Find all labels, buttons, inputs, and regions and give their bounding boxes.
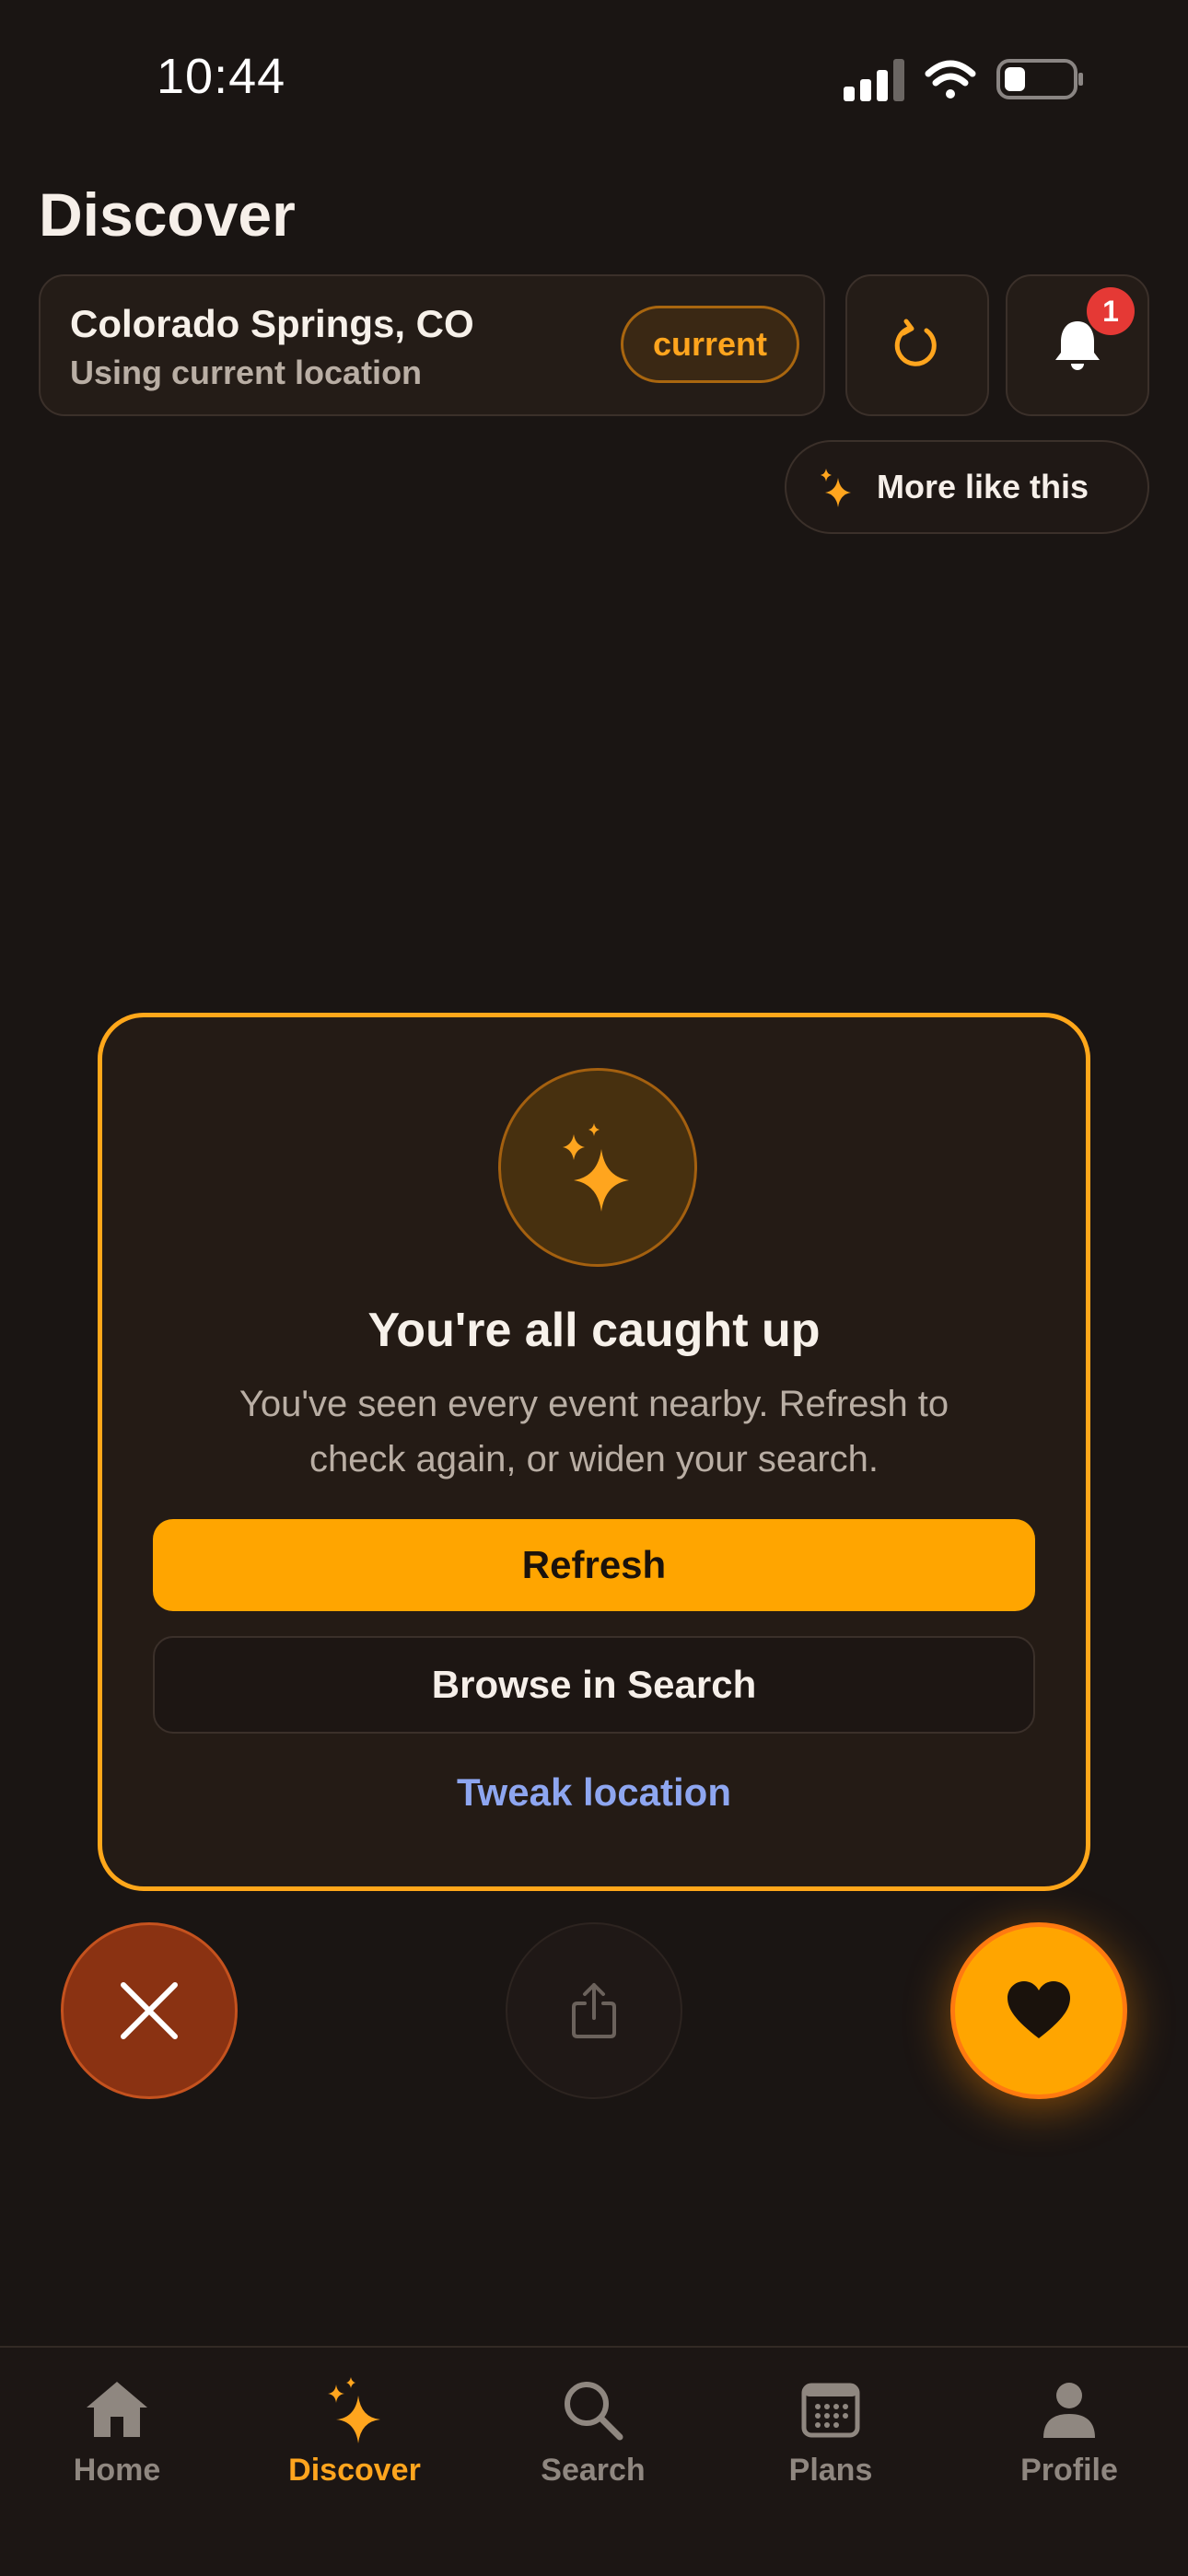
share-button[interactable] (506, 1922, 682, 2099)
cellular-signal-icon (844, 59, 904, 101)
empty-state-description: You've seen every event nearby. Refresh … (239, 1384, 949, 1479)
tab-search[interactable]: Search (492, 2373, 694, 2512)
status-icons (840, 55, 1087, 103)
tab-bar: Home Discover Search Plans Profile (0, 2346, 1188, 2576)
sparkles-icon (563, 1123, 629, 1212)
more-like-this-button[interactable]: More like this (785, 440, 1149, 534)
notifications-button[interactable]: 1 (1006, 274, 1149, 416)
tab-profile-label: Profile (1020, 2453, 1118, 2488)
sparkles-badge (498, 1068, 697, 1267)
wifi-icon (925, 60, 976, 99)
location-card[interactable]: Colorado Springs, CO Using current locat… (39, 274, 825, 416)
empty-state-title: You're all caught up (367, 1304, 821, 1357)
browse-in-search-button[interactable]: Browse in Search (153, 1636, 1035, 1734)
current-location-badge: current (621, 306, 799, 383)
status-time: 10:44 (157, 49, 286, 104)
dismiss-button[interactable] (61, 1922, 238, 2099)
battery-icon (996, 59, 1083, 99)
sparkles-icon (821, 469, 851, 507)
tab-profile[interactable]: Profile (968, 2373, 1171, 2512)
close-icon (121, 1982, 178, 2039)
tab-plans[interactable]: Plans (729, 2373, 932, 2512)
location-name: Colorado Springs, CO (70, 302, 474, 345)
tweak-location-link[interactable]: Tweak location (102, 1770, 1086, 1815)
like-button[interactable] (950, 1922, 1127, 2099)
calendar-icon (801, 2383, 860, 2438)
person-icon (1043, 2383, 1095, 2438)
tab-discover[interactable]: Discover (253, 2373, 456, 2512)
tab-plans-label: Plans (788, 2453, 873, 2488)
search-icon (565, 2382, 623, 2441)
tab-home-label: Home (73, 2453, 161, 2488)
more-like-this-label: More like this (877, 468, 1089, 505)
location-subtitle: Using current location (70, 354, 423, 391)
refresh-location-button[interactable] (845, 274, 989, 416)
share-icon (572, 1983, 616, 2038)
notification-badge: 1 (1087, 287, 1135, 335)
sparkles-icon (328, 2377, 380, 2443)
home-icon (87, 2382, 147, 2437)
refresh-button[interactable]: Refresh (153, 1519, 1035, 1611)
caught-up-card: You're all caught up You've seen every e… (98, 1013, 1090, 1891)
refresh-icon (894, 319, 937, 366)
tab-search-label: Search (541, 2453, 646, 2488)
heart-icon (1007, 1981, 1070, 2038)
tab-home[interactable]: Home (16, 2373, 218, 2512)
page-title: Discover (39, 180, 296, 249)
tab-discover-label: Discover (288, 2453, 421, 2488)
